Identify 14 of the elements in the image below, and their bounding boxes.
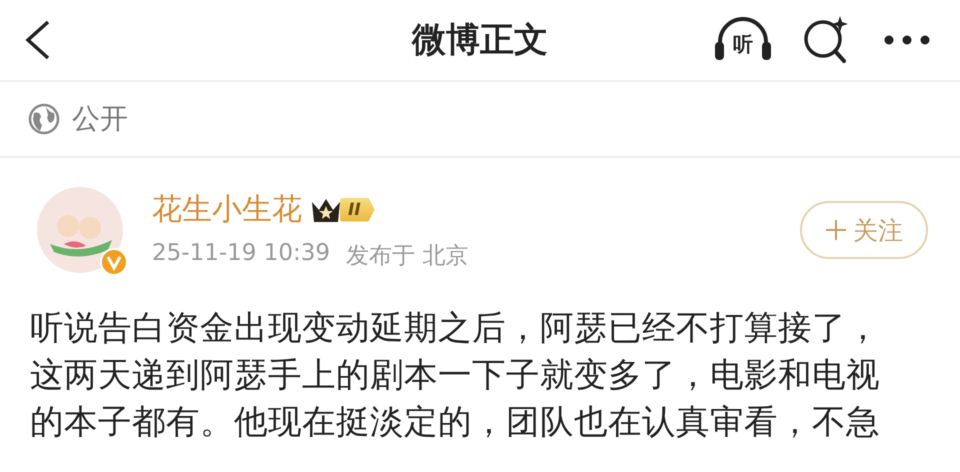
- search-icon[interactable]: [802, 14, 850, 66]
- listen-button[interactable]: 听: [712, 14, 774, 66]
- author-name[interactable]: 花生小生花: [152, 189, 302, 230]
- more-icon[interactable]: [884, 35, 930, 45]
- post-location: 发布于 北京: [346, 242, 468, 271]
- page-title: 微博正文: [412, 19, 548, 62]
- visibility-label: 公开: [72, 101, 128, 137]
- plus-icon: [825, 219, 847, 241]
- post-time: 25-11-19 10:39: [152, 240, 330, 268]
- globe-icon: [28, 103, 60, 135]
- post-text: 听说告白资金出现变动延期之后，阿瑟已经不打算接了，这两天递到阿瑟手上的剧本一下子就变多了，电影和电视的本子都有。他现在挺淡定的，团队也在认真审看，不急: [30, 307, 881, 443]
- avatar[interactable]: [36, 186, 124, 274]
- level-badge: II: [340, 198, 375, 222]
- follow-button[interactable]: 关注: [800, 201, 928, 259]
